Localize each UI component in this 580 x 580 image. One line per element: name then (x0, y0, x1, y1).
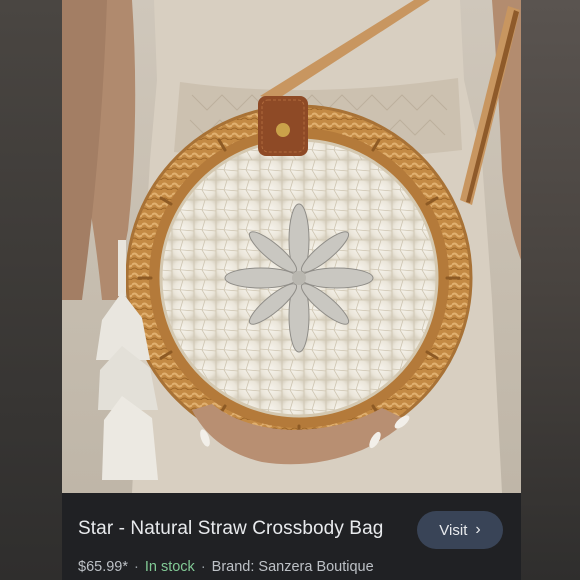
separator-dot: · (134, 559, 139, 575)
separator-dot: · (200, 559, 206, 575)
product-meta-row: $65.99* · In stock · Brand: Sanzera Boutique (78, 559, 374, 575)
price: $65.99* (78, 559, 128, 575)
visit-button-label: Visit (439, 521, 468, 539)
product-photo[interactable] (62, 0, 521, 493)
product-title[interactable]: Star - Natural Straw Crossbody Bag (78, 518, 383, 540)
product-info-bar: Star - Natural Straw Crossbody Bag Visit… (62, 493, 521, 580)
stock-status: In stock (144, 559, 195, 575)
bag-illustration (62, 0, 521, 493)
brand: Brand: Sanzera Boutique (211, 559, 374, 575)
blurred-right-band (521, 0, 580, 580)
chevron-right-icon: › (475, 521, 481, 538)
blurred-left-band (0, 0, 62, 580)
visit-button[interactable]: Visit › (417, 511, 503, 549)
